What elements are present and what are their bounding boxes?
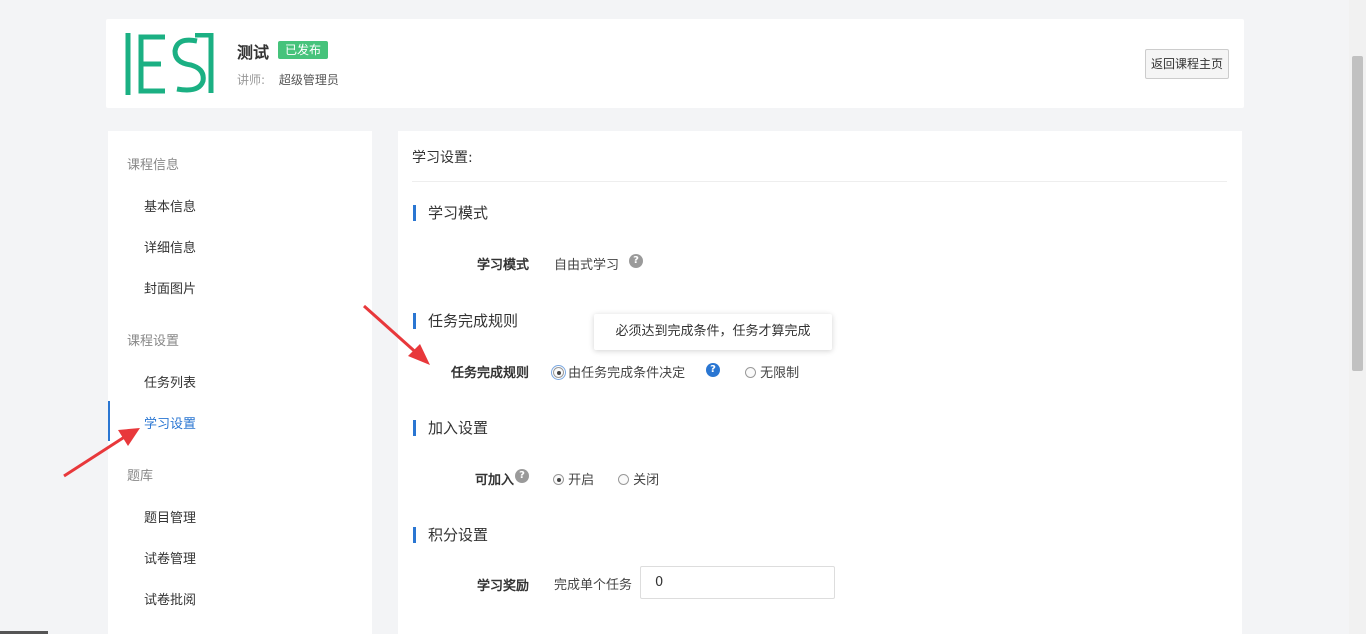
help-icon[interactable]: ? xyxy=(629,254,643,268)
radio-icon[interactable] xyxy=(618,474,629,485)
help-icon[interactable]: ? xyxy=(515,469,529,483)
learning-mode-value: 自由式学习 xyxy=(554,258,620,273)
divider xyxy=(412,181,1227,182)
radio-icon[interactable] xyxy=(745,367,756,378)
join-option-off-label: 关闭 xyxy=(633,473,660,488)
status-badge: 已发布 xyxy=(278,41,329,59)
radio-icon[interactable] xyxy=(553,474,564,485)
task-rule-option-condition[interactable]: 由任务完成条件决定 xyxy=(551,362,686,381)
points-label: 学习奖励 xyxy=(476,579,529,594)
sidebar-group-course-settings: 课程设置 xyxy=(127,334,180,349)
sidebar-item-paper-review[interactable]: 试卷批阅 xyxy=(144,589,196,608)
teacher-name: 超级管理员 xyxy=(278,73,339,87)
course-title: 测试 xyxy=(237,43,270,62)
page-title: 学习设置: xyxy=(412,150,473,166)
sidebar-item-task-list[interactable]: 任务列表 xyxy=(144,372,196,391)
points-input[interactable]: 0 xyxy=(640,566,835,599)
section-title-learning-mode: 学习模式 xyxy=(413,205,488,221)
teacher-line: 讲师: 超级管理员 xyxy=(237,71,339,88)
join-option-on-label: 开启 xyxy=(568,473,595,488)
radio-icon[interactable] xyxy=(551,365,566,380)
course-logo xyxy=(125,33,214,95)
task-rule-option-condition-label: 由任务完成条件决定 xyxy=(568,366,686,381)
scrollbar-thumb[interactable] xyxy=(1352,56,1363,371)
join-option-on[interactable]: 开启 xyxy=(553,469,594,488)
sidebar-item-learning-settings[interactable]: 学习设置 xyxy=(144,413,196,432)
teacher-label: 讲师: xyxy=(237,73,266,87)
course-header: 测试 已发布 讲师: 超级管理员 返回课程主页 xyxy=(106,19,1244,108)
sidebar-item-paper-manage[interactable]: 试卷管理 xyxy=(144,548,196,567)
points-prefix: 完成单个任务 xyxy=(554,578,633,593)
arrow-annotation xyxy=(363,304,430,365)
arrow-annotation xyxy=(63,428,140,478)
sidebar-item-question-manage[interactable]: 题目管理 xyxy=(144,507,196,526)
scrollbar[interactable] xyxy=(1349,0,1366,634)
join-option-off[interactable]: 关闭 xyxy=(618,469,659,488)
join-label: 可加入 xyxy=(474,473,514,488)
help-icon[interactable]: ? xyxy=(706,363,720,377)
back-to-course-button[interactable]: 返回课程主页 xyxy=(1145,49,1230,79)
task-rule-option-unlimited[interactable]: 无限制 xyxy=(745,362,799,381)
sidebar-item-basic-info[interactable]: 基本信息 xyxy=(144,196,196,215)
task-rule-tooltip: 必须达到完成条件，任务才算完成 xyxy=(594,314,832,350)
settings-panel: 学习设置: 学习模式 学习模式 自由式学习 ? 任务完成规则 必须达到完成条件，… xyxy=(398,131,1242,634)
sidebar-item-detail-info[interactable]: 详细信息 xyxy=(144,237,196,256)
task-rule-option-unlimited-label: 无限制 xyxy=(760,366,800,381)
section-title-points: 积分设置 xyxy=(413,527,488,543)
sidebar-item-cover-image[interactable]: 封面图片 xyxy=(144,278,196,297)
learning-mode-label: 学习模式 xyxy=(476,258,529,273)
sidebar: 课程信息 基本信息 详细信息 封面图片 课程设置 任务列表 学习设置 题库 题目… xyxy=(108,131,372,634)
section-title-join: 加入设置 xyxy=(413,420,488,436)
sidebar-group-course-info: 课程信息 xyxy=(127,158,180,173)
